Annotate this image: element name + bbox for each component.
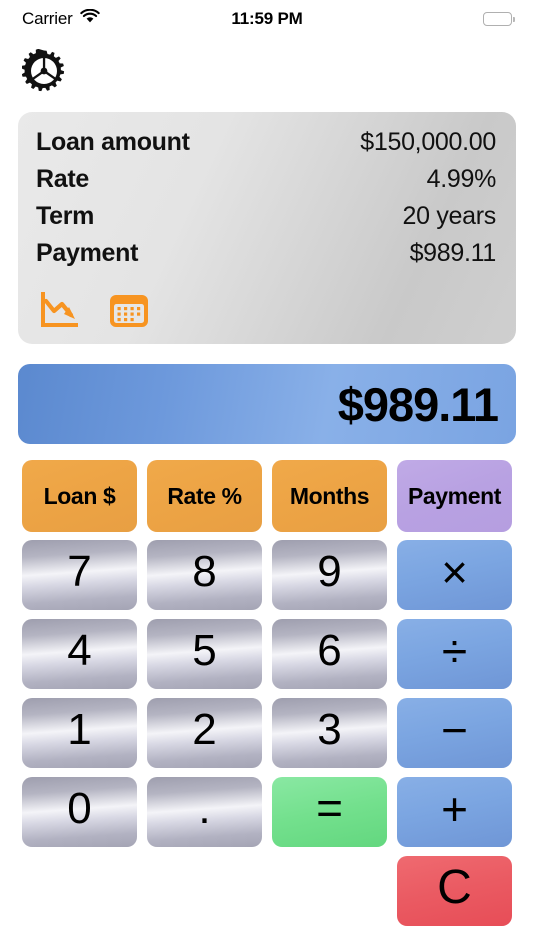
key-9-label: 9 [317, 547, 342, 596]
payment-button[interactable]: Payment [397, 460, 512, 532]
rate-percent-button[interactable]: Rate % [147, 460, 262, 532]
summary-label-loan-amount: Loan amount [36, 128, 190, 156]
key-4-label: 4 [67, 626, 92, 675]
key-1[interactable]: 1 [22, 698, 137, 768]
key-8-label: 8 [192, 547, 217, 596]
key-9[interactable]: 9 [272, 540, 387, 610]
summary-label-rate: Rate [36, 165, 89, 193]
status-bar-right [483, 12, 515, 26]
months-button[interactable]: Months [272, 460, 387, 532]
rate-percent-button-label: Rate % [167, 482, 242, 509]
key-equals-label: = [316, 782, 343, 834]
summary-value-loan-amount: $150,000.00 [360, 128, 496, 156]
amortization-table-icon[interactable] [106, 290, 152, 332]
key-1-label: 1 [67, 705, 92, 754]
key-equals[interactable]: = [272, 777, 387, 847]
summary-value-term: 20 years [402, 202, 497, 230]
months-button-label: Months [289, 482, 370, 509]
summary-label-term: Term [36, 202, 95, 230]
battery-full-icon [483, 12, 515, 26]
key-multiply[interactable]: × [397, 540, 512, 610]
key-plus[interactable]: + [397, 777, 512, 847]
loan-amount-button-label: Loan $ [43, 482, 116, 509]
key-3[interactable]: 3 [272, 698, 387, 768]
status-bar: Carrier 11:59 PM [0, 0, 534, 38]
status-time: 11:59 PM [231, 9, 303, 28]
display-value: $989.11 [337, 377, 499, 431]
key-6-label: 6 [317, 626, 342, 675]
key-8[interactable]: 8 [147, 540, 262, 610]
key-clear[interactable]: C [397, 856, 512, 926]
key-0[interactable]: 0 [22, 777, 137, 847]
key-2-label: 2 [192, 705, 217, 754]
key-2[interactable]: 2 [147, 698, 262, 768]
key-spacer-1 [22, 852, 137, 930]
key-4[interactable]: 4 [22, 619, 137, 689]
key-0-label: 0 [67, 784, 92, 833]
payment-button-label: Payment [407, 482, 502, 509]
gear-icon [21, 48, 66, 98]
summary-panel-actions [36, 290, 496, 332]
key-multiply-label: × [441, 545, 468, 598]
summary-row-rate: Rate 4.99% [36, 165, 496, 202]
key-3-label: 3 [317, 705, 342, 754]
key-7-label: 7 [67, 547, 92, 596]
summary-row-payment: Payment $989.11 [36, 239, 496, 276]
key-5[interactable]: 5 [147, 619, 262, 689]
summary-row-loan-amount: Loan amount $150,000.00 [36, 128, 496, 165]
summary-row-term: Term 20 years [36, 202, 496, 239]
summary-label-payment: Payment [36, 239, 139, 267]
summary-value-rate: 4.99% [426, 165, 497, 193]
key-minus-label: − [441, 703, 468, 756]
key-5-label: 5 [192, 626, 217, 675]
key-divide-label: ÷ [441, 624, 468, 677]
loan-summary-panel: Loan amount $150,000.00 Rate 4.99% Term … [18, 112, 516, 344]
key-plus-label: + [441, 782, 468, 835]
key-decimal-label: . [198, 784, 211, 833]
key-spacer-2 [147, 852, 262, 930]
settings-button[interactable] [16, 48, 72, 98]
keypad: Loan $ Rate % Months Payment 7 8 9 × 4 5… [22, 457, 514, 930]
calculator-display: $989.11 [18, 364, 516, 444]
key-clear-label: C [437, 861, 472, 914]
key-7[interactable]: 7 [22, 540, 137, 610]
battery-nub [512, 17, 515, 22]
key-6[interactable]: 6 [272, 619, 387, 689]
chart-decline-icon[interactable] [38, 290, 84, 332]
key-spacer-3 [272, 852, 387, 930]
key-minus[interactable]: − [397, 698, 512, 768]
loan-amount-button[interactable]: Loan $ [22, 460, 137, 532]
summary-value-payment: $989.11 [409, 239, 497, 267]
key-decimal[interactable]: . [147, 777, 262, 847]
key-divide[interactable]: ÷ [397, 619, 512, 689]
